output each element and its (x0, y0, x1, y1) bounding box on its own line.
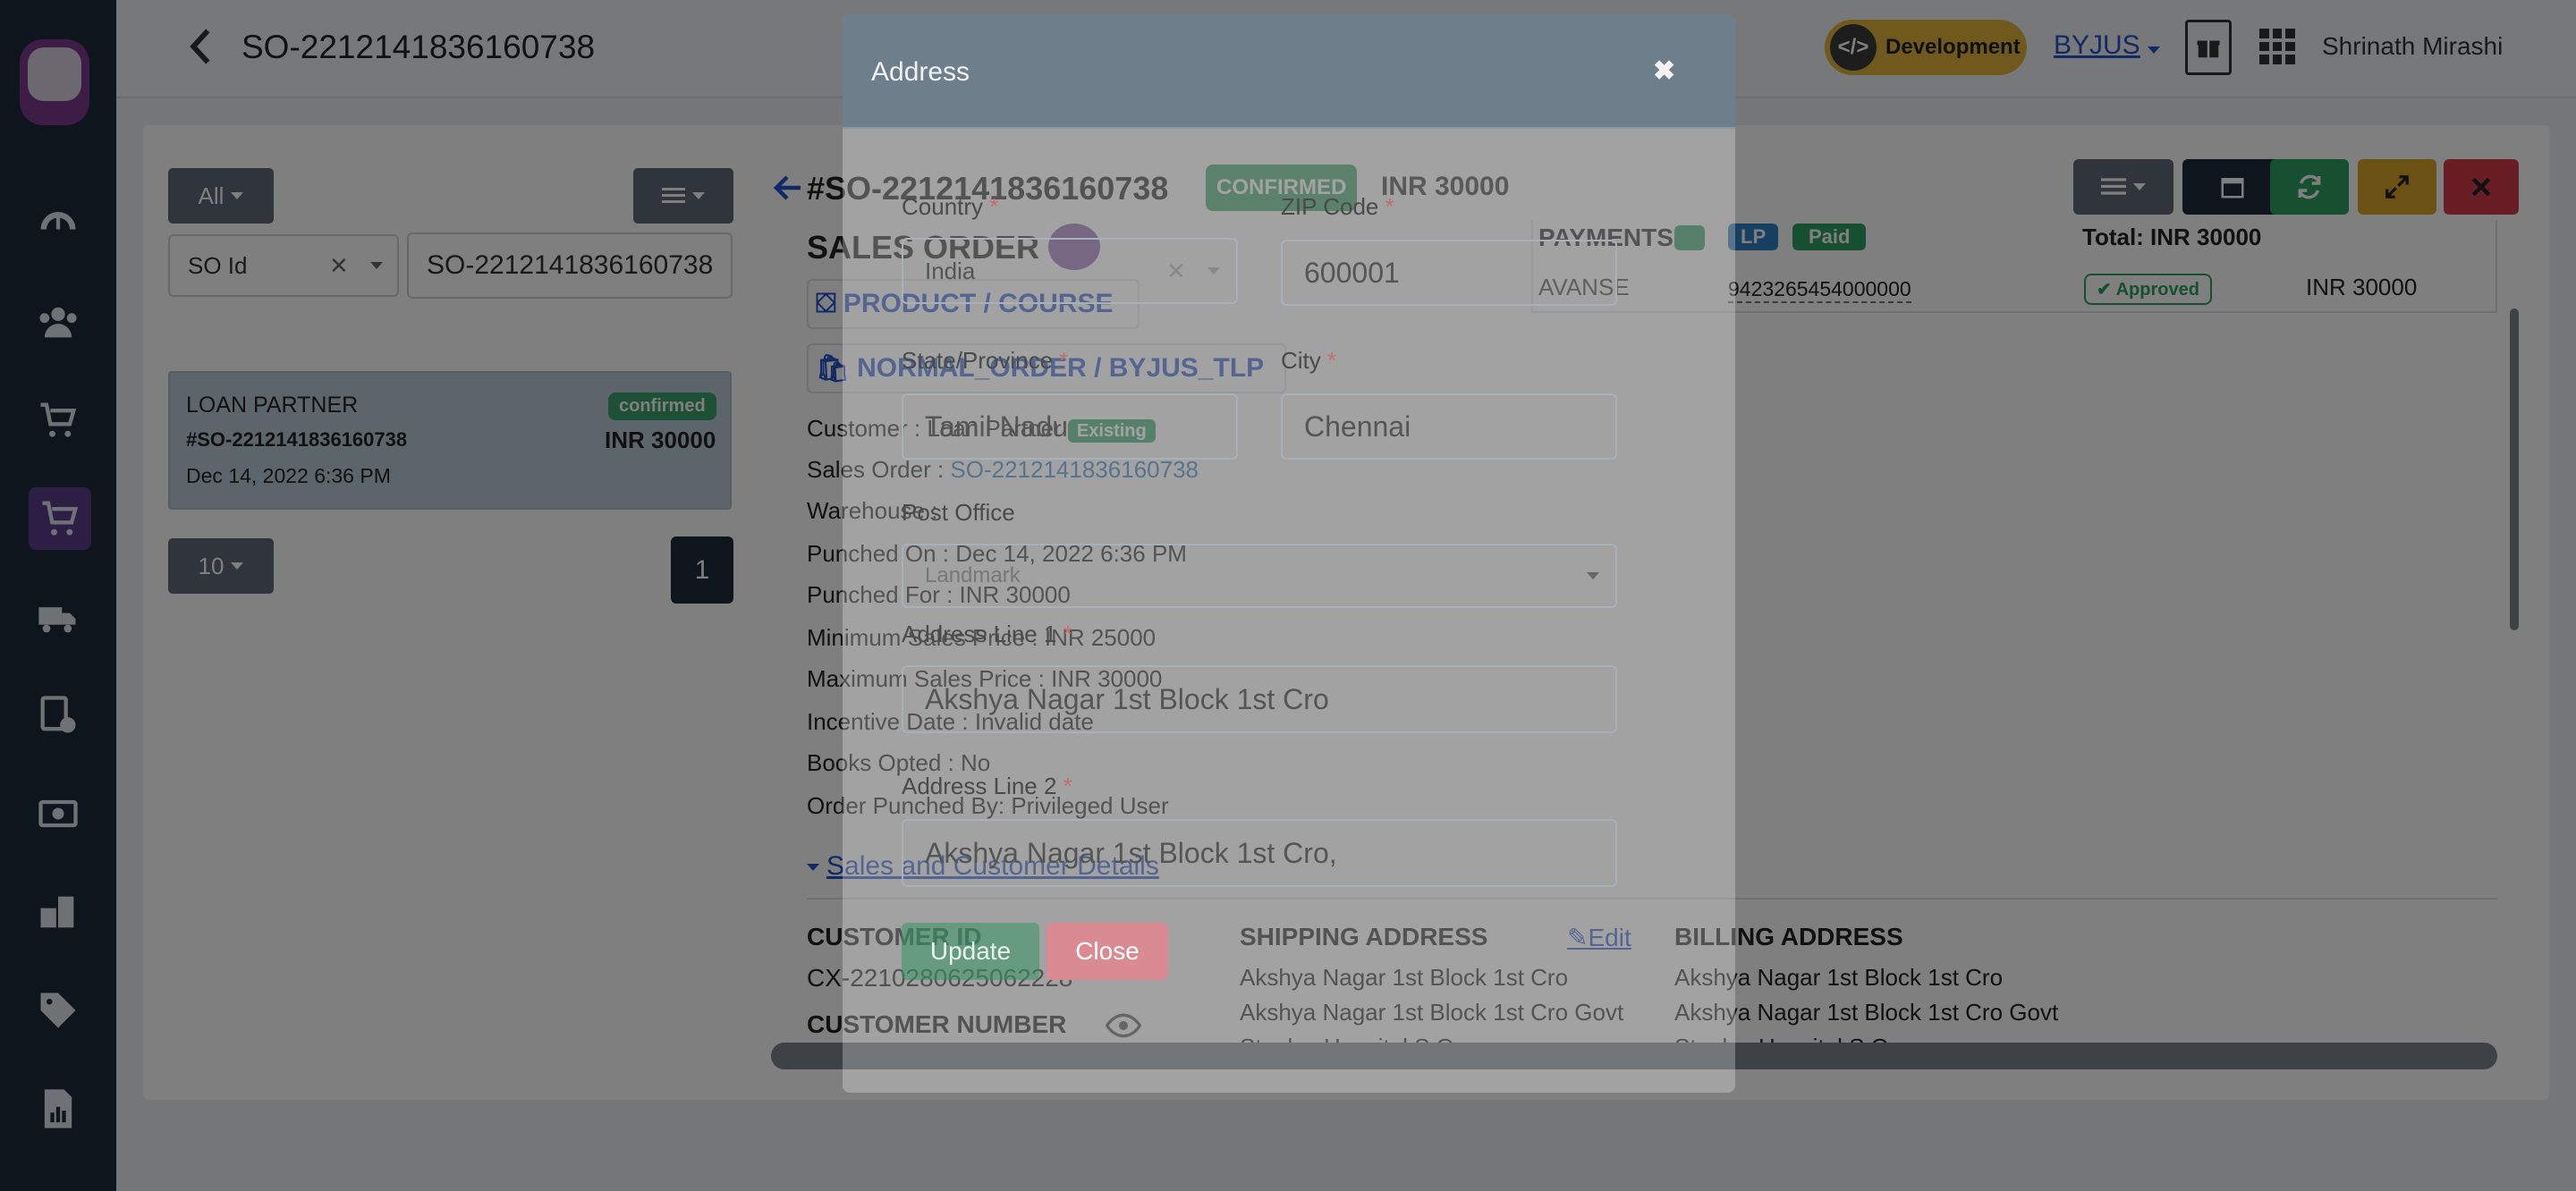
state-label: State/Province * (902, 347, 1068, 375)
address1-input[interactable]: Akshya Nagar 1st Block 1st Cro (902, 665, 1617, 733)
required-mark: * (1063, 773, 1072, 799)
zip-input[interactable]: 600001 (1281, 240, 1617, 306)
country-value: India (925, 257, 976, 284)
modal-header (843, 14, 1735, 129)
caret-down-icon (1208, 267, 1220, 275)
country-label-text: Country (902, 193, 984, 220)
state-label-text: State/Province (902, 347, 1054, 374)
required-mark: * (1327, 347, 1337, 374)
modal-close-icon[interactable]: ✖ (1653, 55, 1675, 87)
post-office-select[interactable]: Landmark (902, 544, 1617, 608)
country-select[interactable]: India ✕ (902, 238, 1238, 304)
address2-label: Address Line 2 * (902, 773, 1072, 800)
update-button[interactable]: Update (902, 923, 1039, 980)
zip-label-text: ZIP Code (1281, 193, 1379, 220)
city-label-text: City (1281, 347, 1321, 374)
address2-label-text: Address Line 2 (902, 773, 1057, 799)
address1-label-text: Address Line 1 (902, 621, 1057, 647)
address2-input[interactable]: Akshya Nagar 1st Block 1st Cro, (902, 819, 1617, 887)
required-mark: * (1059, 347, 1069, 374)
close-button[interactable]: Close (1046, 923, 1168, 980)
city-label: City * (1281, 347, 1336, 375)
post-office-placeholder: Landmark (925, 563, 1021, 587)
state-input[interactable]: Tamil Nadu (902, 393, 1238, 460)
country-label: Country * (902, 193, 998, 221)
required-mark: * (1385, 193, 1394, 220)
post-office-label: Post Office (902, 499, 1015, 526)
clear-icon[interactable]: ✕ (1166, 258, 1186, 285)
city-input[interactable]: Chennai (1281, 393, 1617, 460)
required-mark: * (989, 193, 999, 220)
zip-label: ZIP Code * (1281, 193, 1394, 221)
address1-label: Address Line 1 * (902, 621, 1072, 648)
caret-down-icon (1587, 572, 1599, 579)
modal-title: Address (871, 57, 970, 87)
required-mark: * (1063, 621, 1072, 647)
